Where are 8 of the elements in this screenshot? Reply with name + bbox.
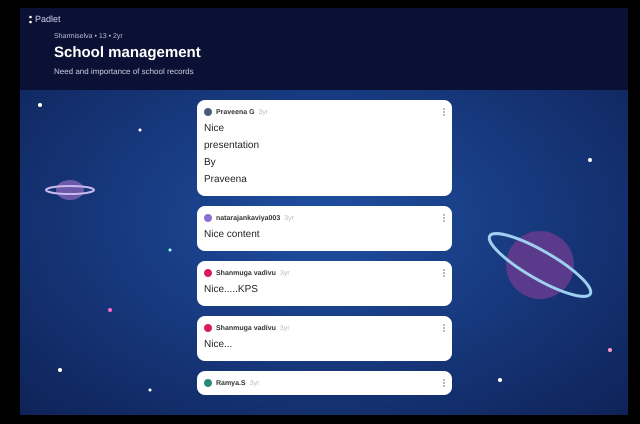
post-text: Nice.....KPS [204,283,259,297]
board-title: School management [54,44,202,61]
logo-text[interactable]: Padlet [35,14,61,24]
post-text: Nice presentation By Praveena [204,122,260,187]
post-text: Nice... [204,338,234,352]
post-text: Nice content [204,228,261,242]
board-description: Need and importance of school records [54,67,195,76]
logo-icon [28,14,33,24]
